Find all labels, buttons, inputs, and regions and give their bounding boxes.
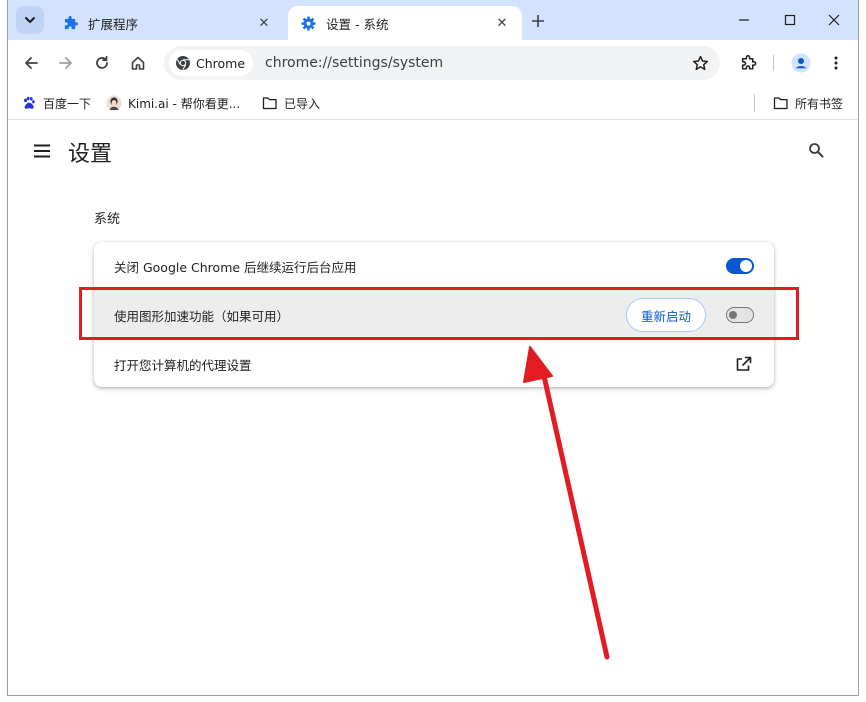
folder-icon <box>773 95 789 111</box>
bookmark-label: 百度一下 <box>43 96 92 111</box>
url-text[interactable]: chrome://settings/system <box>265 55 686 71</box>
profile-button[interactable] <box>787 49 815 77</box>
reload-button[interactable] <box>88 49 116 77</box>
home-button[interactable] <box>124 49 152 77</box>
setting-label: 打开您计算机的代理设置 <box>114 357 252 373</box>
menu-button[interactable] <box>822 49 850 77</box>
tab-title: 扩展程序 <box>88 16 139 32</box>
page-title: 设置 <box>68 142 113 167</box>
plus-icon <box>532 15 544 27</box>
tab-settings[interactable]: 设置 - 系统 ✕ <box>288 6 522 40</box>
all-bookmarks-button[interactable]: 所有书签 <box>773 92 843 114</box>
bookmarks-bar: 百度一下 Kimi.ai - 帮你看更... 已导入 所有书签 <box>8 86 858 120</box>
background-apps-toggle[interactable] <box>726 258 754 274</box>
puzzle-icon <box>62 15 78 31</box>
close-tab-icon[interactable]: ✕ <box>492 13 512 33</box>
bookmark-star-button[interactable] <box>686 49 714 77</box>
setting-row-background-apps[interactable]: 关闭 Google Chrome 后继续运行后台应用 <box>94 242 774 290</box>
minimize-button[interactable] <box>724 6 764 34</box>
setting-label: 关闭 Google Chrome 后继续运行后台应用 <box>114 259 357 275</box>
site-chip-label: Chrome <box>196 55 246 71</box>
bookmark-baidu[interactable]: 百度一下 <box>21 92 91 114</box>
external-link-icon[interactable] <box>734 354 754 374</box>
address-bar[interactable]: Chrome chrome://settings/system <box>164 46 720 80</box>
forward-button[interactable] <box>52 49 80 77</box>
tab-extensions[interactable]: 扩展程序 ✕ <box>50 6 284 40</box>
puzzle-outline-icon <box>741 54 756 70</box>
setting-row-proxy[interactable]: 打开您计算机的代理设置 <box>94 340 774 387</box>
close-icon <box>828 14 840 26</box>
tab-strip: 扩展程序 ✕ 设置 - 系统 ✕ <box>8 0 858 40</box>
chevron-down-icon <box>25 17 35 23</box>
bookmark-label: 已导入 <box>284 96 321 111</box>
new-tab-button[interactable] <box>526 9 550 33</box>
toolbar: Chrome chrome://settings/system <box>8 40 858 86</box>
gear-icon <box>300 15 316 31</box>
extensions-button[interactable] <box>734 49 762 77</box>
tab-title: 设置 - 系统 <box>326 16 389 32</box>
search-icon <box>809 143 824 158</box>
baidu-paw-icon <box>21 95 37 111</box>
bookmark-folder-imported[interactable]: 已导入 <box>262 92 320 114</box>
hamburger-menu-icon <box>34 144 50 158</box>
maximize-button[interactable] <box>770 6 810 34</box>
star-icon <box>692 55 708 70</box>
toolbar-divider <box>773 55 774 71</box>
arrow-left-icon <box>25 57 38 69</box>
back-button[interactable] <box>17 49 45 77</box>
bookmark-label: 所有书签 <box>795 96 844 111</box>
chrome-logo-icon <box>176 56 190 71</box>
section-heading: 系统 <box>94 212 121 227</box>
settings-search-button[interactable] <box>804 138 828 162</box>
site-info-chip[interactable]: Chrome <box>169 50 254 76</box>
bookmark-label: Kimi.ai - 帮你看更... <box>128 96 241 111</box>
reload-icon <box>96 55 108 69</box>
close-window-button[interactable] <box>814 6 854 34</box>
folder-icon <box>262 95 278 111</box>
annotation-highlight-box <box>79 287 799 340</box>
close-tab-icon[interactable]: ✕ <box>254 13 274 33</box>
minimize-icon <box>739 19 749 21</box>
kimi-avatar-icon <box>106 95 122 111</box>
bookmarks-divider <box>754 94 755 112</box>
arrow-right-icon <box>59 57 72 69</box>
browser-window: 扩展程序 ✕ 设置 - 系统 ✕ Chrome chrome://setting… <box>7 0 859 696</box>
avatar-icon <box>791 53 811 73</box>
tab-search-button[interactable] <box>16 6 44 34</box>
home-icon <box>131 56 145 70</box>
more-vert-icon <box>834 56 838 70</box>
bookmark-kimi[interactable]: Kimi.ai - 帮你看更... <box>106 92 240 114</box>
settings-page: 设置 系统 关闭 Google Chrome 后继续运行后台应用 使用图形加速功… <box>8 121 858 695</box>
main-menu-button[interactable] <box>30 139 54 163</box>
maximize-icon <box>784 14 796 26</box>
